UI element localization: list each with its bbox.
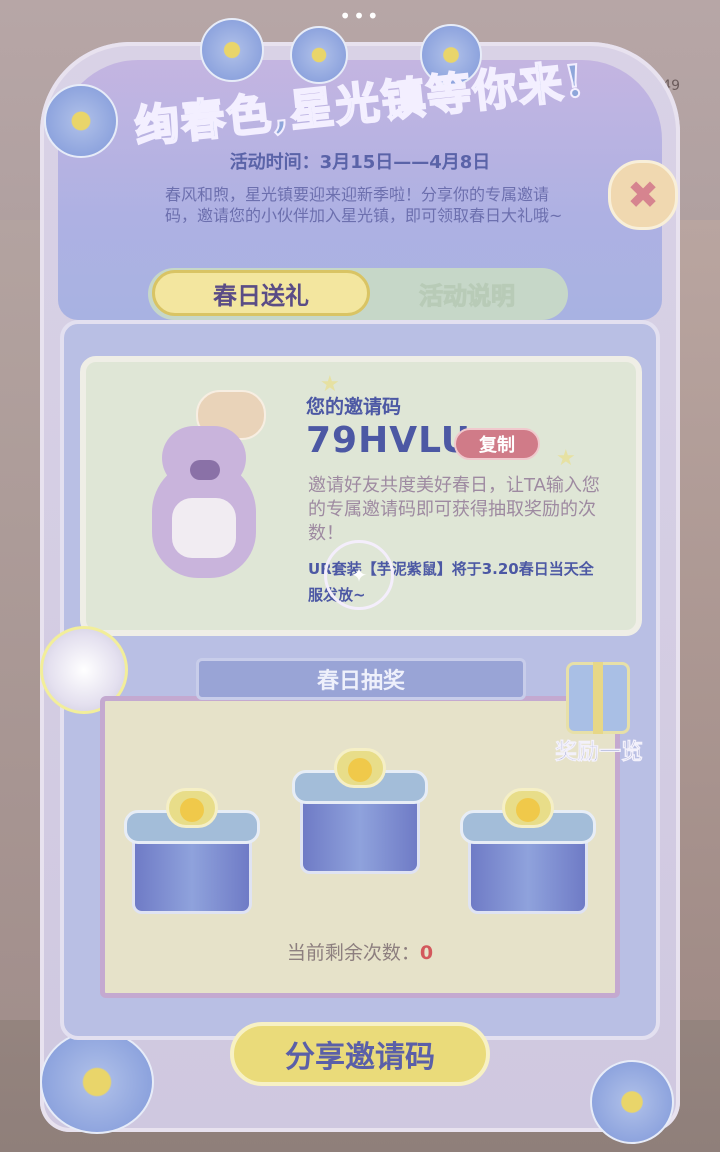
reward-list-label: 奖励一览 <box>554 740 644 766</box>
event-time: 活动时间：3月15日——4月8日 <box>229 152 491 173</box>
close-button[interactable]: ✖ <box>608 160 678 230</box>
gift-box-icon <box>566 662 630 734</box>
copy-button[interactable]: 复制 <box>454 428 540 460</box>
sparkle-icon: ✦ <box>350 563 368 587</box>
remaining-draws: 当前剩余次数：0 <box>0 938 720 965</box>
lottery-title: 春日抽奖 <box>196 658 526 700</box>
lottery-gift-box-1[interactable] <box>122 788 262 918</box>
remaining-draws-label: 当前剩余次数： <box>286 942 420 964</box>
close-icon: ✖ <box>627 173 659 217</box>
event-description: 春风和煦，星光镇要迎来迎新季啦！分享你的专属邀请码，邀请您的小伙伴加入星光镇，即… <box>165 185 563 225</box>
invite-code-label: 您的邀请码 <box>306 396 402 418</box>
tab-event-rules[interactable]: 活动说明 <box>370 270 564 316</box>
flower-decoration-icon <box>200 18 264 82</box>
tap-indicator-icon: ✦ <box>324 540 394 610</box>
lottery-gift-box-2[interactable] <box>290 748 430 878</box>
lottery-gift-box-3[interactable] <box>458 788 598 918</box>
reward-list-button[interactable]: 奖励一览 <box>544 662 654 772</box>
hamster-mascot-icon <box>138 420 266 580</box>
flower-decoration-icon <box>590 1060 674 1144</box>
tab-spring-gift[interactable]: 春日送礼 <box>152 270 370 316</box>
more-menu-icon[interactable]: ••• <box>0 4 720 28</box>
share-invite-code-button[interactable]: 分享邀请码 <box>230 1022 490 1086</box>
star-icon: ★ <box>556 446 576 471</box>
remaining-draws-count: 0 <box>419 942 434 964</box>
flower-decoration-icon <box>40 1030 154 1134</box>
invite-description: 邀请好友共度美好春日，让TA输入您的专属邀请码即可获得抽取奖励的次数！ <box>308 475 600 544</box>
invite-code: 79HVLU <box>306 420 471 461</box>
